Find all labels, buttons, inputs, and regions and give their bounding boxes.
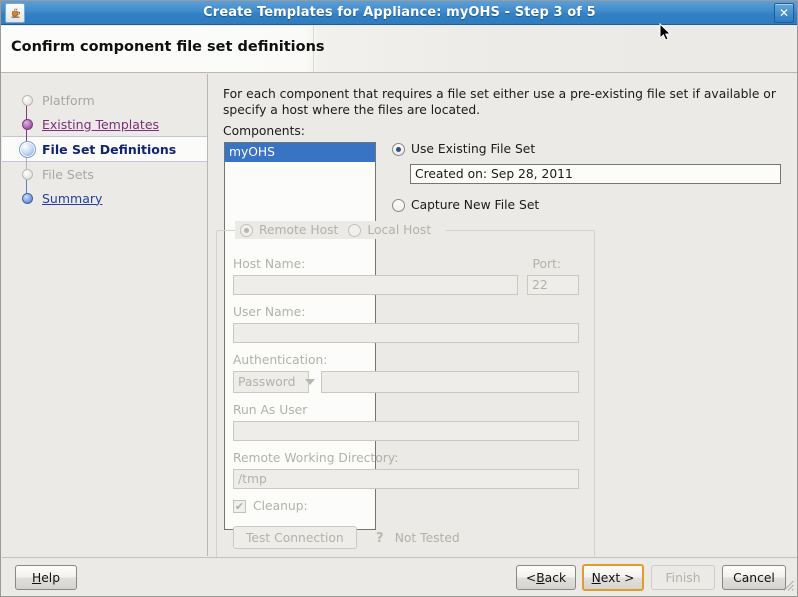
remote-host-radio — [240, 223, 253, 237]
run-as-user-row: Run As User — [233, 403, 579, 441]
remote-working-directory-row: Remote Working Directory: /tmp — [233, 451, 579, 489]
capture-new-file-set-radio[interactable]: Capture New File Set — [392, 196, 782, 214]
sidebar-item-summary[interactable]: Summary — [2, 186, 207, 210]
help-button[interactable]: Help — [15, 565, 77, 590]
remote-working-directory-field: /tmp — [233, 469, 579, 489]
sidebar-item-label[interactable]: Summary — [42, 191, 102, 206]
wizard-sidebar: Platform Existing Templates File Set Def… — [2, 74, 208, 556]
host-name-row: Host Name: Port: 22 — [233, 257, 579, 295]
wizard-header: Confirm component file set definitions — [1, 26, 797, 73]
file-set-options: Use Existing File Set Created on: Sep 28… — [392, 140, 782, 214]
existing-file-set-field-wrap: Created on: Sep 28, 2011 — [410, 164, 781, 184]
port-label: Port: — [532, 257, 561, 271]
cleanup-checkbox-row: ✔ Cleanup: — [233, 499, 308, 513]
capture-new-file-set-label: Capture New File Set — [411, 198, 540, 212]
sidebar-item-label: File Set Definitions — [42, 141, 177, 157]
circle-filled-purple-icon — [18, 112, 36, 136]
local-host-radio — [348, 223, 362, 237]
user-name-field — [233, 323, 579, 343]
host-name-field — [233, 275, 518, 295]
cleanup-label: Cleanup: — [253, 499, 308, 513]
checkbox-checked-icon: ✔ — [233, 499, 246, 513]
chevron-down-icon — [305, 379, 316, 385]
port-field: 22 — [527, 275, 579, 295]
step-list: Platform Existing Templates File Set Def… — [2, 88, 207, 210]
test-connection-button: Test Connection — [233, 526, 357, 549]
question-mark-icon: ? — [375, 530, 388, 545]
window-title: Create Templates for Appliance: myOHS - … — [203, 5, 596, 20]
sidebar-item-file-set-definitions[interactable]: File Set Definitions — [2, 136, 207, 162]
next-button[interactable]: Next > — [582, 564, 644, 591]
test-connection-row: Test Connection ? Not Tested — [233, 526, 460, 549]
authentication-label: Authentication: — [233, 353, 328, 367]
circle-empty-icon — [18, 88, 36, 112]
finish-button: Finish — [651, 565, 715, 590]
host-settings-group: Remote Host Local Host Host Name: Port: … — [216, 221, 595, 560]
run-as-user-field — [233, 421, 579, 441]
existing-file-set-value[interactable]: Created on: Sep 28, 2011 — [410, 164, 781, 184]
user-name-label: User Name: — [233, 305, 306, 319]
host-type-radio-group: Remote Host Local Host — [235, 221, 447, 239]
sidebar-item-label[interactable]: Existing Templates — [42, 117, 159, 132]
wizard-footer: Help < Back Next > Finish Cancel — [2, 557, 797, 596]
components-label: Components: — [223, 124, 305, 138]
close-icon[interactable]: ✕ — [774, 2, 794, 23]
radio-unselected-icon — [392, 198, 405, 212]
user-name-row: User Name: — [233, 305, 579, 343]
title-bar[interactable]: Create Templates for Appliance: myOHS - … — [1, 1, 797, 25]
circle-empty-icon — [18, 162, 36, 186]
use-existing-file-set-radio[interactable]: Use Existing File Set — [392, 140, 782, 158]
wizard-content: For each component that requires a file … — [209, 74, 797, 560]
sidebar-item-platform: Platform — [2, 88, 207, 112]
remote-host-label: Remote Host — [259, 223, 339, 237]
sidebar-item-file-sets: File Sets — [2, 162, 207, 186]
cancel-button[interactable]: Cancel — [722, 565, 786, 590]
authentication-secret-field — [321, 371, 579, 393]
sidebar-item-existing-templates[interactable]: Existing Templates — [2, 112, 207, 136]
back-button[interactable]: < Back — [516, 565, 576, 590]
radio-selected-icon — [392, 142, 405, 156]
test-status-label: Not Tested — [394, 530, 460, 545]
list-item[interactable]: myOHS — [225, 143, 375, 162]
instruction-text: For each component that requires a file … — [223, 87, 776, 117]
sidebar-item-label: File Sets — [42, 166, 94, 182]
authentication-row: Authentication: Password — [233, 353, 579, 393]
sidebar-item-label: Platform — [42, 92, 95, 108]
authentication-select: Password — [233, 371, 316, 393]
remote-working-directory-label: Remote Working Directory: — [233, 451, 399, 465]
wizard-window: Create Templates for Appliance: myOHS - … — [0, 0, 798, 597]
run-as-user-label: Run As User — [233, 403, 308, 417]
page-title: Confirm component file set definitions — [11, 39, 325, 55]
host-name-label: Host Name: — [233, 257, 306, 271]
authentication-select-value: Password — [238, 375, 296, 389]
local-host-label: Local Host — [367, 223, 432, 237]
use-existing-file-set-label: Use Existing File Set — [411, 142, 536, 156]
circle-filled-blue-icon — [18, 186, 36, 210]
circle-current-icon — [18, 137, 36, 161]
java-coffee-cup-icon — [5, 2, 25, 23]
svg-text:?: ? — [376, 531, 384, 545]
resize-grip[interactable] — [782, 577, 795, 596]
